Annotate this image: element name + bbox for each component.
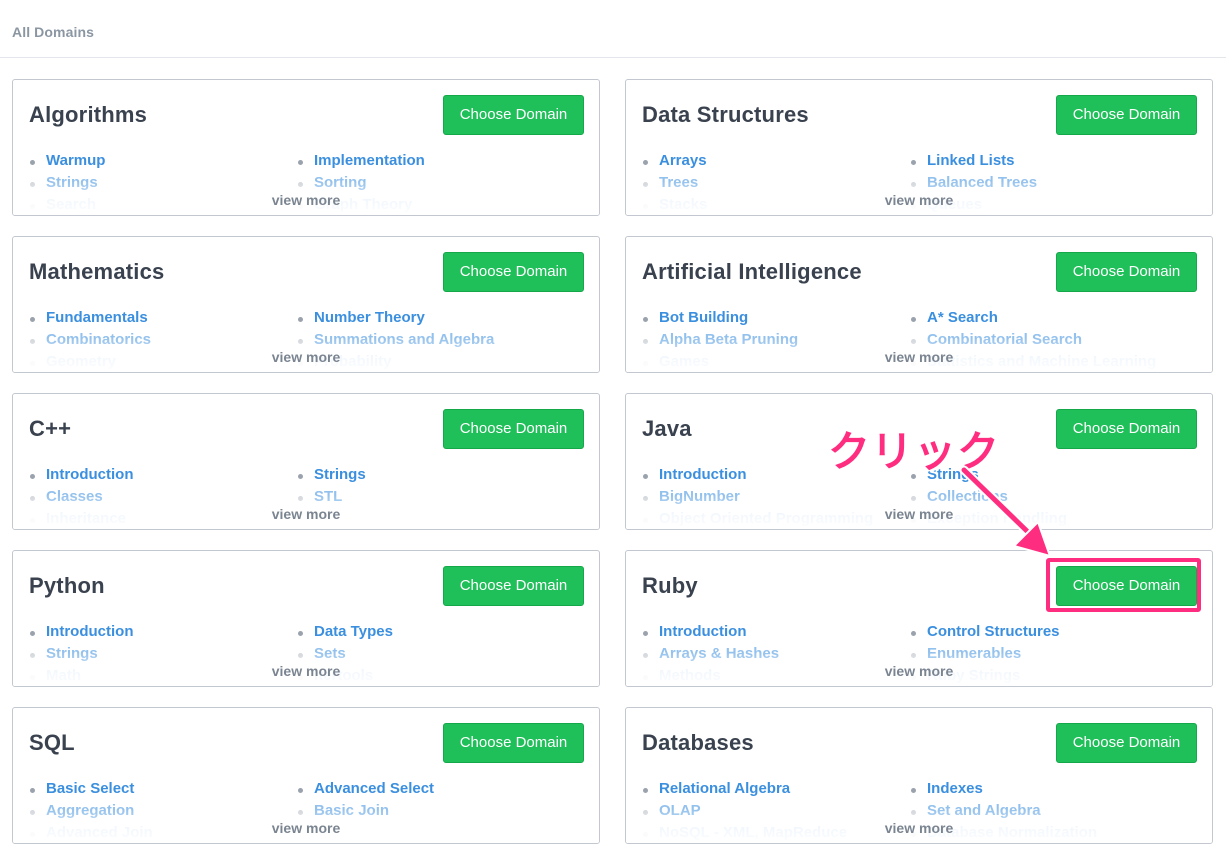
- topic-label: Linked Lists: [927, 152, 1015, 169]
- topic-label: Warmup: [46, 152, 106, 169]
- topic-link[interactable]: Introduction: [30, 623, 133, 640]
- bullet-icon: [911, 160, 916, 165]
- topic-label: Fundamentals: [46, 309, 148, 326]
- topic-link[interactable]: Control Structures: [911, 623, 1060, 640]
- choose-domain-button[interactable]: Choose Domain: [443, 95, 584, 135]
- choose-domain-button[interactable]: Choose Domain: [1056, 723, 1197, 763]
- view-more-link[interactable]: view more: [626, 349, 1212, 365]
- bullet-icon: [643, 474, 648, 479]
- topic-link[interactable]: A* Search: [911, 309, 998, 326]
- topic-link[interactable]: Advanced Select: [298, 780, 434, 797]
- topic-link[interactable]: Warmup: [30, 152, 105, 169]
- domain-title[interactable]: Algorithms: [29, 102, 147, 128]
- domain-card: Artificial Intelligence Choose Domain Bot …: [625, 236, 1213, 373]
- view-more-link[interactable]: view more: [13, 663, 599, 679]
- domain-title[interactable]: C++: [29, 416, 71, 442]
- topic-link[interactable]: Bot Building: [643, 309, 748, 326]
- topic-label: Introduction: [659, 623, 747, 640]
- domain-card: Mathematics Choose Domain Fundamentals Numb…: [12, 236, 600, 373]
- view-more-link[interactable]: view more: [13, 820, 599, 836]
- bullet-icon: [911, 317, 916, 322]
- choose-domain-button[interactable]: Choose Domain: [443, 723, 584, 763]
- breadcrumb[interactable]: All Domains: [12, 24, 94, 40]
- topic-label: Introduction: [659, 466, 747, 483]
- bullet-icon: [30, 788, 35, 793]
- topic-label: Number Theory: [314, 309, 425, 326]
- topic-label: Advanced Select: [314, 780, 435, 797]
- view-more-link[interactable]: view more: [626, 820, 1212, 836]
- topic-link[interactable]: Basic Select: [30, 780, 134, 797]
- domain-title[interactable]: SQL: [29, 730, 75, 756]
- choose-domain-button[interactable]: Choose Domain: [1056, 252, 1197, 292]
- bullet-icon: [643, 160, 648, 165]
- view-more-link[interactable]: view more: [13, 192, 599, 208]
- choose-domain-button[interactable]: Choose Domain: [1056, 409, 1197, 449]
- domain-title[interactable]: Databases: [642, 730, 754, 756]
- topic-label: Indexes: [927, 780, 983, 797]
- domain-title[interactable]: Ruby: [642, 573, 698, 599]
- topic-link[interactable]: Introduction: [643, 466, 746, 483]
- domain-title[interactable]: Mathematics: [29, 259, 164, 285]
- bullet-icon: [643, 317, 648, 322]
- bullet-icon: [30, 631, 35, 636]
- topic-label: Arrays: [659, 152, 707, 169]
- choose-domain-button[interactable]: Choose Domain: [443, 252, 584, 292]
- view-more-link[interactable]: view more: [626, 663, 1212, 679]
- topic-link[interactable]: Data Types: [298, 623, 393, 640]
- domain-card: Data Structures Choose Domain Arrays Linked…: [625, 79, 1213, 216]
- annotation-arrow-icon: [959, 465, 1052, 558]
- bullet-icon: [30, 317, 35, 322]
- bullet-icon: [298, 474, 303, 479]
- topic-link[interactable]: Number Theory: [298, 309, 425, 326]
- topic-link[interactable]: Linked Lists: [911, 152, 1015, 169]
- bullet-icon: [30, 160, 35, 165]
- domain-card: Python Choose Domain Introduction Data Type…: [12, 550, 600, 687]
- bullet-icon: [298, 160, 303, 165]
- topic-label: A* Search: [927, 309, 998, 326]
- topic-label: Bot Building: [659, 309, 749, 326]
- domain-card: SQL Choose Domain Basic Select Advanced Sel…: [12, 707, 600, 844]
- bullet-icon: [911, 788, 916, 793]
- bullet-icon: [643, 631, 648, 636]
- topic-link[interactable]: Introduction: [30, 466, 133, 483]
- bullet-icon: [298, 317, 303, 322]
- topic-label: Data Types: [314, 623, 393, 640]
- topic-link[interactable]: Indexes: [911, 780, 983, 797]
- topic-link[interactable]: Implementation: [298, 152, 425, 169]
- bullet-icon: [911, 631, 916, 636]
- domain-title[interactable]: Artificial Intelligence: [642, 259, 862, 285]
- view-more-link[interactable]: view more: [626, 506, 1212, 522]
- choose-domain-button[interactable]: Choose Domain: [443, 566, 584, 606]
- topic-label: Basic Select: [46, 780, 135, 797]
- topic-link[interactable]: Fundamentals: [30, 309, 148, 326]
- domain-card: C++Choose DomainIntroductionStringsClass…: [12, 393, 600, 530]
- topic-link[interactable]: Relational Algebra: [643, 780, 790, 797]
- topic-label: Control Structures: [927, 623, 1060, 640]
- topic-link[interactable]: Arrays: [643, 152, 707, 169]
- topic-label: Introduction: [46, 623, 134, 640]
- topic-label: Relational Algebra: [659, 780, 791, 797]
- page-header: All Domains: [0, 0, 1226, 58]
- topic-link[interactable]: Introduction: [643, 623, 746, 640]
- topic-link[interactable]: Strings: [298, 466, 366, 483]
- annotation-highlight-box: [1046, 558, 1201, 612]
- choose-domain-button[interactable]: Choose Domain: [1056, 95, 1197, 135]
- choose-domain-button[interactable]: Choose Domain: [443, 409, 584, 449]
- bullet-icon: [643, 788, 648, 793]
- domain-title[interactable]: Java: [642, 416, 692, 442]
- topic-label: Introduction: [46, 466, 134, 483]
- view-more-link[interactable]: view more: [626, 192, 1212, 208]
- bullet-icon: [298, 631, 303, 636]
- domain-title[interactable]: Python: [29, 573, 105, 599]
- domain-card: Algorithms Choose Domain Warmup Implementat…: [12, 79, 600, 216]
- view-more-link[interactable]: view more: [13, 506, 599, 522]
- domain-title[interactable]: Data Structures: [642, 102, 809, 128]
- view-more-link[interactable]: view more: [13, 349, 599, 365]
- topic-label: Implementation: [314, 152, 425, 169]
- topic-label: Strings: [314, 466, 366, 483]
- domain-card: Databases Choose Domain Relational Algebra…: [625, 707, 1213, 844]
- bullet-icon: [298, 788, 303, 793]
- bullet-icon: [30, 474, 35, 479]
